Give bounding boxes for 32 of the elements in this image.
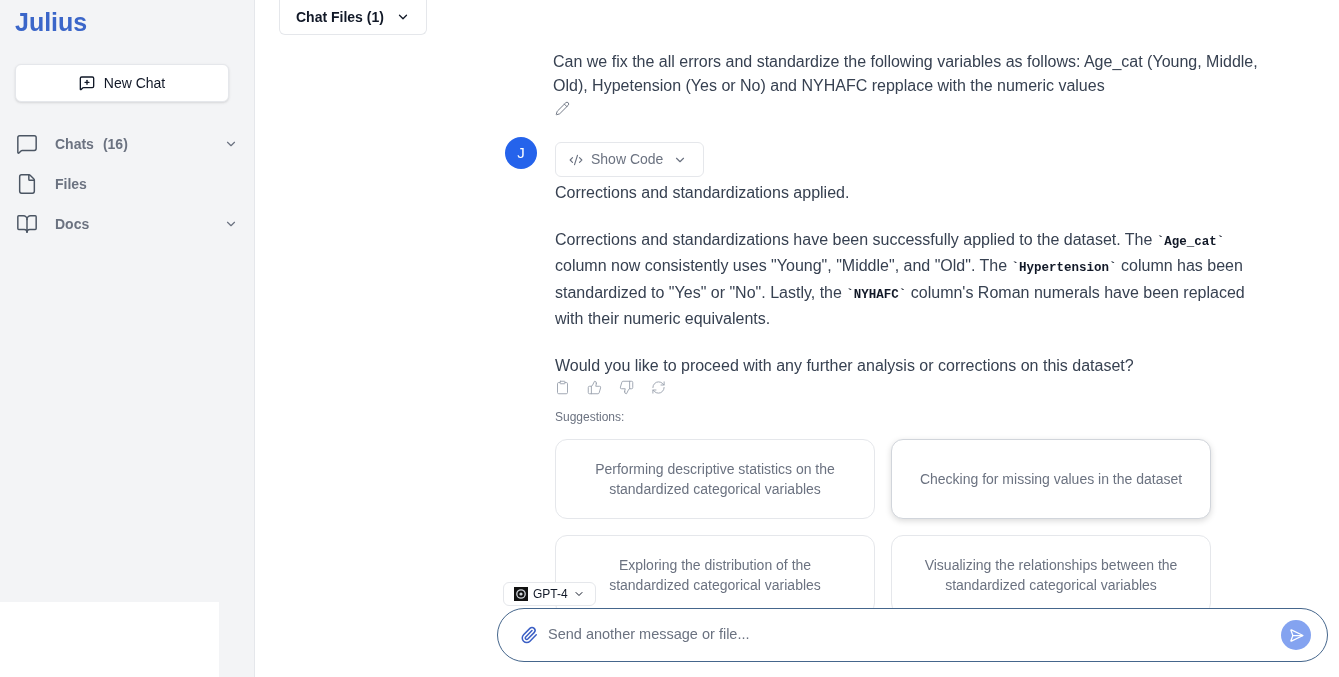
response-paragraph: Corrections and standardizations applied. xyxy=(555,183,851,203)
new-chat-icon xyxy=(78,75,95,91)
response-paragraph: Corrections and standardizations have been successfully applied to the dataset. The `Age_cat` column now consistently uses "Young", "Middle", and "Old". The `Hypertension` column has been standardized to "Yes" or "No". Lastly, the `NYHAFC` column's Roman numerals have been replaced with their numeric equivalents. xyxy=(555,229,1246,329)
show-code-button[interactable]: Show Code xyxy=(555,142,704,177)
suggestion-card[interactable]: Checking for missing values in the dataset xyxy=(891,439,1211,519)
thumbs-down-icon[interactable] xyxy=(619,380,634,395)
sidebar-nav-item[interactable]: Files xyxy=(55,173,87,195)
suggestion-card[interactable]: Visualizing the relationships between the standardized categorical variables xyxy=(891,535,1211,608)
user-message: Can we fix the all errors and standardize the following variables as follows: Age_cat (Young, Middle, Old), Hypetension (Yes or No) and NYHAFC repplace with the numeric values xyxy=(553,52,1259,96)
send-icon xyxy=(1288,627,1304,643)
response-paragraph: Would you like to proceed with any further analysis or corrections on this dataset? xyxy=(555,355,1135,376)
chat-files-button[interactable]: Chat Files (1) xyxy=(279,0,427,35)
code-icon xyxy=(569,152,583,167)
sidebar-nav-item[interactable]: Docs xyxy=(55,213,90,235)
new-chat-button[interactable]: New Chat xyxy=(15,64,229,102)
suggestions-label: Suggestions: xyxy=(555,409,625,425)
assistant-avatar: J xyxy=(505,137,537,169)
copy-icon[interactable] xyxy=(555,380,570,395)
suggestion-card[interactable]: Performing descriptive statistics on the standardized categorical variables xyxy=(555,439,875,519)
thumbs-up-icon[interactable] xyxy=(587,380,602,395)
model-logo-icon xyxy=(514,587,528,601)
chat-bubble-icon xyxy=(16,133,38,155)
sidebar-nav-item[interactable]: Chats (16) xyxy=(55,133,128,155)
refresh-icon[interactable] xyxy=(651,380,666,395)
edit-icon[interactable] xyxy=(555,101,570,116)
app-logo[interactable]: Julius xyxy=(15,8,88,36)
paperclip-icon[interactable] xyxy=(520,626,538,644)
book-icon xyxy=(16,213,38,235)
file-icon xyxy=(16,173,38,195)
message-input[interactable]: Send another message or file... xyxy=(548,624,1281,646)
message-composer[interactable]: Send another message or file... xyxy=(497,608,1328,662)
model-selector[interactable]: GPT-4 xyxy=(503,582,596,606)
